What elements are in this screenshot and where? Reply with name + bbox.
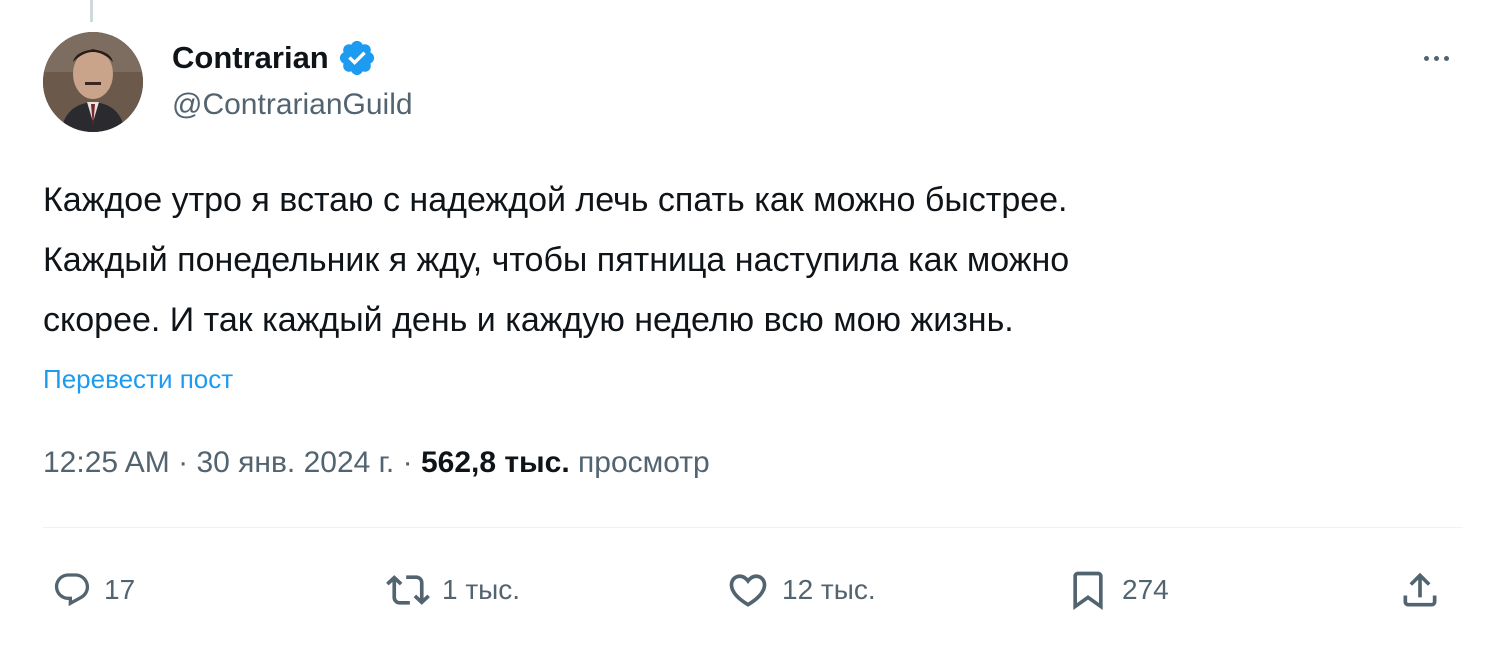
thread-connector-line (90, 0, 93, 22)
tweet-card: Contrarian @ContrarianGuild Каждое утро … (0, 0, 1500, 647)
tweet-text: Каждое утро я встаю с надеждой лечь спат… (43, 170, 1443, 350)
bookmark-icon (1073, 571, 1103, 611)
tweet-text-line: скорее. И так каждый день и каждую недел… (43, 301, 1014, 339)
like-button[interactable]: 12 тыс. (726, 560, 876, 620)
repost-button[interactable]: 1 тыс. (386, 560, 520, 620)
tweet-meta: 12:25 AM · 30 янв. 2024 г. · 562,8 тыс. … (43, 446, 710, 480)
meta-separator: · (402, 446, 413, 479)
views-count[interactable]: 562,8 тыс. (421, 446, 570, 479)
reply-icon (54, 573, 90, 607)
repost-icon (386, 575, 430, 605)
translate-post-link[interactable]: Перевести пост (43, 364, 233, 395)
bookmark-count: 274 (1122, 574, 1169, 605)
author-handle[interactable]: @ContrarianGuild (172, 88, 413, 122)
heart-icon (729, 574, 767, 607)
views-label: просмотр (578, 446, 710, 479)
verified-badge-icon[interactable] (337, 38, 377, 78)
tweet-text-line: Каждый понедельник я жду, чтобы пятница … (43, 241, 1070, 279)
share-icon (1403, 572, 1437, 607)
like-count: 12 тыс. (782, 574, 876, 605)
author-display-name[interactable]: Contrarian (172, 40, 329, 76)
tweet-time[interactable]: 12:25 AM (43, 446, 170, 479)
meta-separator: · (178, 446, 189, 479)
avatar-photo-icon (43, 32, 143, 132)
reply-button[interactable]: 17 (52, 560, 135, 620)
tweet-text-line: Каждое утро я встаю с надеждой лечь спат… (43, 181, 1068, 219)
more-dot-icon (1443, 55, 1449, 61)
more-dot-icon (1423, 55, 1429, 61)
share-button[interactable] (1398, 560, 1442, 620)
more-options-button[interactable] (1412, 36, 1460, 80)
tweet-date[interactable]: 30 янв. 2024 г. (196, 446, 394, 479)
repost-count: 1 тыс. (442, 574, 521, 605)
divider (43, 527, 1463, 528)
author-name-row: Contrarian (172, 38, 377, 78)
more-dot-icon (1433, 55, 1439, 61)
reply-count: 17 (104, 574, 136, 605)
bookmark-button[interactable]: 274 (1066, 560, 1169, 620)
avatar[interactable] (43, 32, 143, 132)
